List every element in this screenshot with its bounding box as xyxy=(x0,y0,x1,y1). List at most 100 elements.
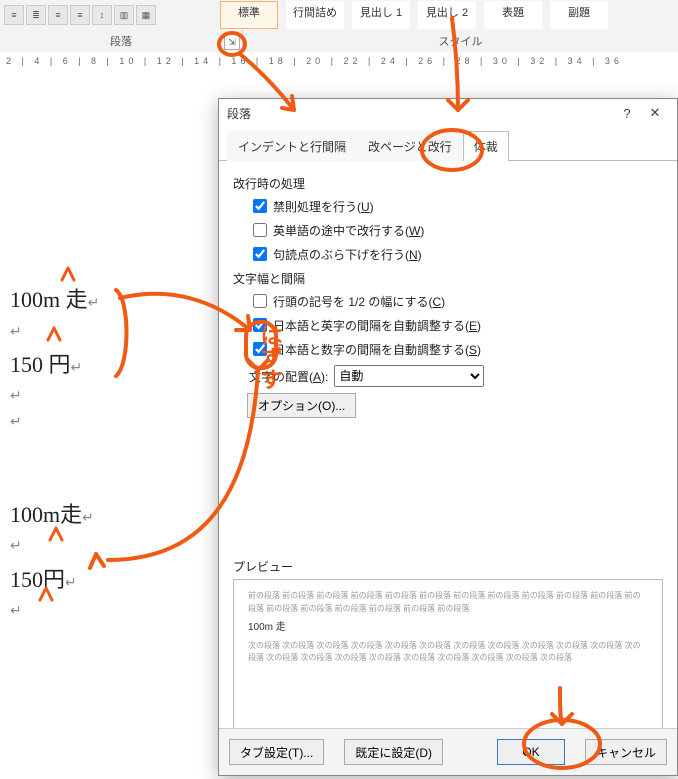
checkbox-hanging-punct-input[interactable] xyxy=(253,247,267,261)
char-align-select[interactable]: 自動 xyxy=(334,365,484,387)
style-label: 行間詰め xyxy=(293,7,337,19)
paragraph-mark-icon: ↵ xyxy=(10,325,22,340)
style-group-label: スタイル xyxy=(439,33,483,49)
dialog-title: 段落 xyxy=(227,105,251,122)
launcher-icon: ⇲ xyxy=(228,37,236,48)
style-label: 標準 xyxy=(238,7,260,19)
button-label: タブ設定(T)... xyxy=(240,746,313,760)
shading-icon[interactable]: ▥ xyxy=(114,5,134,25)
preview-fill-before: 前の段落 前の段落 前の段落 前の段落 前の段落 前の段落 前の段落 前の段落 … xyxy=(248,590,648,616)
preview-fill-after: 次の段落 次の段落 次の段落 次の段落 次の段落 次の段落 次の段落 次の段落 … xyxy=(248,640,648,666)
options-button-label: オプション(O)... xyxy=(258,399,345,413)
style-label: 表題 xyxy=(502,7,524,19)
style-label: 副題 xyxy=(568,7,590,19)
cancel-button[interactable]: キャンセル xyxy=(585,739,667,765)
button-label: キャンセル xyxy=(596,746,656,760)
doc-text: 100m走 xyxy=(10,502,82,527)
doc-line: 100m走↵ xyxy=(10,495,214,535)
checkbox-label: 日本語と英字の間隔を自動調整する(E) xyxy=(273,317,481,334)
checkbox-jp-en-autospace-input[interactable] xyxy=(253,318,267,332)
checkbox-halfwidth-leading-input[interactable] xyxy=(253,294,267,308)
doc-text: 150 円 xyxy=(10,352,71,377)
section-spacing-label: 文字幅と間隔 xyxy=(233,270,663,287)
section-linebreak-label: 改行時の処理 xyxy=(233,175,663,192)
checkbox-kinsoku-input[interactable] xyxy=(253,199,267,213)
checkbox-label: 句読点のぶら下げを行う(N) xyxy=(273,246,422,263)
tab-label: インデントと行間隔 xyxy=(238,140,346,154)
ruler[interactable]: 2 | 4 | 6 | 8 | 10 | 12 | 14 | 16 | 18 |… xyxy=(0,52,678,71)
tab-label: 改ページと改行 xyxy=(368,140,452,154)
tab-settings-button[interactable]: タブ設定(T)... xyxy=(229,739,324,765)
paragraph-mark-icon: ↵ xyxy=(10,539,22,554)
align-right-icon[interactable]: ≡ xyxy=(48,5,68,25)
ribbon-group-row: 段落 ⇲ スタイル xyxy=(0,30,678,53)
doc-line: 150 円↵ xyxy=(10,345,214,385)
dialog-body: 改行時の処理 禁則処理を行う(U) 英単語の途中で改行する(W) 句読点のぶら下… xyxy=(219,161,677,728)
checkbox-jp-en-autospace[interactable]: 日本語と英字の間隔を自動調整する(E) xyxy=(249,315,663,335)
doc-line: ↵ xyxy=(10,599,214,624)
preview-box: 前の段落 前の段落 前の段落 前の段落 前の段落 前の段落 前の段落 前の段落 … xyxy=(233,579,663,728)
doc-text: 150円 xyxy=(10,567,65,592)
set-default-button[interactable]: 既定に設定(D) xyxy=(344,739,443,765)
checkbox-label: 行頭の記号を 1/2 の幅にする(C) xyxy=(273,293,445,310)
style-title[interactable]: 表題 xyxy=(484,1,542,29)
paragraph-icons: ≡ ≣ ≡ ≡ ↕ ▥ ▦ xyxy=(0,0,156,30)
checkbox-break-english-word-input[interactable] xyxy=(253,223,267,237)
align-left-icon[interactable]: ≡ xyxy=(4,5,24,25)
tab-pagebreak[interactable]: 改ページと改行 xyxy=(357,131,463,161)
dialog-titlebar[interactable]: 段落 ? ✕ xyxy=(219,99,677,127)
ok-button[interactable]: OK xyxy=(497,739,565,765)
preview-label: プレビュー xyxy=(233,558,663,575)
tab-typography[interactable]: 体裁 xyxy=(463,131,509,161)
checkbox-break-english-word[interactable]: 英単語の途中で改行する(W) xyxy=(249,220,663,240)
char-align-label: 文字の配置(A): xyxy=(249,368,328,385)
style-normal[interactable]: 標準 xyxy=(220,1,278,29)
char-align-row: 文字の配置(A): 自動 xyxy=(249,365,663,387)
justify-icon[interactable]: ≡ xyxy=(70,5,90,25)
close-button[interactable]: ✕ xyxy=(641,105,669,121)
options-button[interactable]: オプション(O)... xyxy=(247,393,356,418)
style-subtitle[interactable]: 副題 xyxy=(550,1,608,29)
paragraph-dialog: 段落 ? ✕ インデントと行間隔 改ページと改行 体裁 改行時の処理 禁則処理を… xyxy=(218,98,678,776)
paragraph-group-label: 段落 xyxy=(110,33,132,49)
align-center-icon[interactable]: ≣ xyxy=(26,5,46,25)
doc-line: ↵ xyxy=(10,534,214,559)
preview-sample-text: 100m 走 xyxy=(248,620,648,636)
style-heading2[interactable]: 見出し 2 xyxy=(418,1,476,29)
checkbox-label: 英単語の途中で改行する(W) xyxy=(273,222,424,239)
button-label: OK xyxy=(522,745,539,759)
borders-icon[interactable]: ▦ xyxy=(136,5,156,25)
doc-line: 100m 走↵ xyxy=(10,280,214,320)
paragraph-mark-icon: ↵ xyxy=(10,415,22,430)
line-spacing-icon[interactable]: ↕ xyxy=(92,5,112,25)
style-group: スタイル xyxy=(243,30,678,52)
help-button[interactable]: ? xyxy=(613,106,641,121)
checkbox-label: 禁則処理を行う(U) xyxy=(273,198,374,215)
document-page[interactable]: 100m 走↵ ↵ 150 円↵ ↵ ↵ 100m走↵ ↵ 150円↵ ↵ xyxy=(4,90,214,779)
style-gallery: 標準 行間詰め 見出し 1 見出し 2 表題 副題 xyxy=(216,0,608,30)
paragraph-mark-icon: ↵ xyxy=(10,604,22,619)
checkbox-halfwidth-leading[interactable]: 行頭の記号を 1/2 の幅にする(C) xyxy=(249,291,663,311)
doc-line: ↵ xyxy=(10,410,214,435)
style-label: 見出し 2 xyxy=(426,7,468,19)
dialog-tabs: インデントと行間隔 改ページと改行 体裁 xyxy=(219,131,677,161)
paragraph-mark-icon: ↵ xyxy=(88,296,100,311)
style-label: 見出し 1 xyxy=(360,7,402,19)
doc-line: 150円↵ xyxy=(10,560,214,600)
paragraph-group: 段落 ⇲ xyxy=(0,30,243,52)
tab-label: 体裁 xyxy=(474,140,498,154)
paragraph-mark-icon: ↵ xyxy=(71,361,83,376)
checkbox-jp-num-autospace-input[interactable] xyxy=(253,342,267,356)
checkbox-label: 日本語と数字の間隔を自動調整する(S) xyxy=(273,341,481,358)
checkbox-hanging-punct[interactable]: 句読点のぶら下げを行う(N) xyxy=(249,244,663,264)
tab-indent-spacing[interactable]: インデントと行間隔 xyxy=(227,131,357,161)
checkbox-kinsoku[interactable]: 禁則処理を行う(U) xyxy=(249,196,663,216)
doc-text: 100m 走 xyxy=(10,287,88,312)
doc-line: ↵ xyxy=(10,384,214,409)
style-nospacing[interactable]: 行間詰め xyxy=(286,1,344,29)
ruler-ticks: 2 | 4 | 6 | 8 | 10 | 12 | 14 | 16 | 18 |… xyxy=(6,56,623,66)
paragraph-dialog-launcher[interactable]: ⇲ xyxy=(224,34,240,50)
style-heading1[interactable]: 見出し 1 xyxy=(352,1,410,29)
ribbon-top-row: ≡ ≣ ≡ ≡ ↕ ▥ ▦ 標準 行間詰め 見出し 1 見出し 2 表題 副題 xyxy=(0,0,678,30)
checkbox-jp-num-autospace[interactable]: 日本語と数字の間隔を自動調整する(S) xyxy=(249,339,663,359)
